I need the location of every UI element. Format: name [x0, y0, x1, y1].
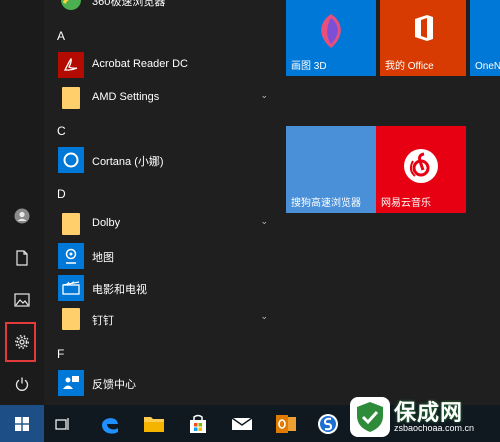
start-icon — [15, 416, 29, 431]
folder-icon — [58, 211, 84, 237]
app-item-dingtalk[interactable]: 钉钉 ⌄ — [56, 306, 274, 334]
360-browser-icon — [58, 0, 84, 13]
app-label: Cortana (小娜) — [92, 156, 164, 168]
edge-button[interactable] — [92, 405, 128, 442]
watermark: 保成网 zsbaochoaa.com.cn — [348, 395, 498, 439]
settings-button[interactable] — [0, 322, 44, 362]
tile-label: 我的 Office — [385, 61, 434, 72]
maps-icon — [58, 243, 84, 269]
sogou-browser-button[interactable] — [310, 405, 346, 442]
tile-netease-music[interactable]: 网易云音乐 — [376, 126, 466, 213]
tile-onenote[interactable]: OneN — [470, 0, 500, 76]
app-item-360-browser[interactable]: 360极速浏览器 — [56, 0, 274, 15]
user-button[interactable] — [0, 196, 44, 236]
app-item-feedback-hub[interactable]: 反馈中心 — [56, 370, 274, 398]
chevron-down-icon[interactable]: ⌄ — [260, 90, 268, 101]
user-icon — [14, 208, 30, 224]
app-label: 地图 — [92, 252, 114, 264]
start-rail — [0, 0, 44, 405]
mail-icon — [231, 416, 253, 430]
store-button[interactable] — [180, 405, 216, 442]
sogou-browser-icon — [318, 413, 338, 434]
tile-label: 搜狗高速浏览器 — [291, 198, 361, 209]
app-label: Acrobat Reader DC — [92, 58, 188, 70]
acrobat-icon — [58, 52, 84, 78]
section-letter-a[interactable]: A — [57, 29, 65, 43]
task-view-icon — [55, 417, 69, 430]
task-view-button[interactable] — [48, 405, 78, 442]
feedback-icon — [58, 370, 84, 396]
office-icon — [415, 15, 433, 41]
outlook-button[interactable] — [268, 405, 304, 442]
movies-icon — [58, 275, 84, 301]
app-item-cortana[interactable]: Cortana (小娜) — [56, 147, 274, 175]
start-button[interactable] — [0, 405, 44, 442]
tile-area: 画图 3D 我的 Office OneN 搜狗高速浏览器 网易云音乐 — [276, 0, 500, 405]
app-item-amd-settings[interactable]: AMD Settings ⌄ — [56, 85, 274, 113]
app-label: 电影和电视 — [92, 284, 147, 296]
app-item-movies-tv[interactable]: 电影和电视 — [56, 275, 274, 303]
pictures-icon — [14, 293, 30, 307]
tile-label: 画图 3D — [291, 61, 327, 72]
chevron-down-icon[interactable]: ⌄ — [260, 311, 268, 322]
netease-music-icon — [404, 149, 438, 183]
section-letter-c[interactable]: C — [57, 124, 66, 138]
folder-icon — [58, 85, 84, 111]
section-letter-d[interactable]: D — [57, 187, 66, 201]
tile-label: 网易云音乐 — [381, 198, 431, 209]
app-list: 360极速浏览器 A Acrobat Reader DC AMD Setting… — [44, 0, 276, 405]
cortana-icon — [58, 147, 84, 173]
app-label: 360极速浏览器 — [92, 0, 166, 8]
pictures-button[interactable] — [0, 280, 44, 320]
app-item-dolby[interactable]: Dolby ⌄ — [56, 211, 274, 239]
app-label: 钉钉 — [92, 315, 114, 327]
folder-icon — [58, 306, 84, 332]
power-button[interactable] — [0, 364, 44, 404]
app-item-acrobat[interactable]: Acrobat Reader DC — [56, 52, 274, 80]
shield-icon — [350, 397, 390, 437]
app-label: 反馈中心 — [92, 379, 136, 391]
tile-paint3d[interactable]: 画图 3D — [286, 0, 376, 76]
settings-icon — [14, 334, 30, 350]
app-label: Dolby — [92, 217, 121, 229]
document-icon — [16, 250, 28, 266]
app-label: AMD Settings — [92, 91, 160, 103]
tile-label: OneN — [475, 61, 500, 72]
file-explorer-button[interactable] — [136, 405, 172, 442]
store-icon — [190, 414, 206, 433]
power-icon — [15, 377, 29, 391]
app-item-maps[interactable]: 地图 — [56, 243, 274, 271]
file-explorer-icon — [144, 416, 164, 432]
edge-icon — [102, 417, 118, 434]
watermark-url: zsbaochoaa.com.cn — [394, 423, 475, 433]
section-letter-f[interactable]: F — [57, 347, 64, 361]
tile-sogou-browser[interactable]: 搜狗高速浏览器 — [286, 126, 376, 213]
chevron-down-icon[interactable]: ⌄ — [260, 216, 268, 227]
outlook-icon — [276, 414, 296, 433]
mail-button[interactable] — [224, 405, 260, 442]
paint3d-icon — [321, 14, 341, 48]
tile-my-office[interactable]: 我的 Office — [380, 0, 466, 76]
documents-button[interactable] — [0, 238, 44, 278]
